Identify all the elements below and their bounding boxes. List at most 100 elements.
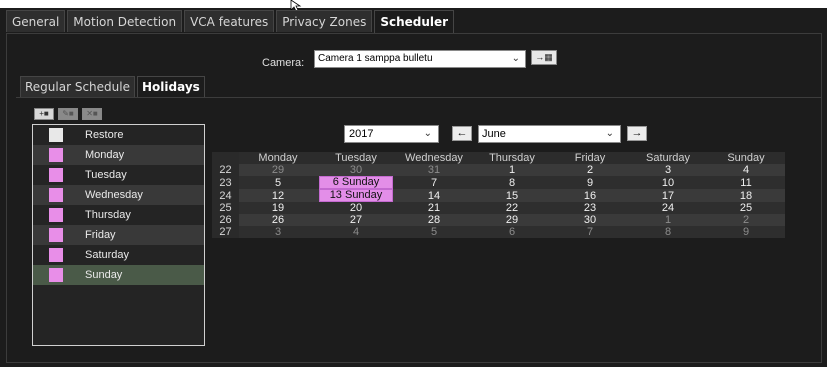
calendar-week-row: 23 5 6 Sunday 7 8 9 10 11 [212,176,785,189]
calendar-day-cell[interactable]: 24 [629,202,707,214]
weekday-header: Thursday [473,152,551,164]
month-select[interactable]: June ⌄ [478,125,621,143]
tab-scheduler[interactable]: Scheduler [374,10,455,34]
day-type-item-wednesday[interactable]: Wednesday [33,185,204,205]
calendar-day-cell[interactable]: 12 [239,189,317,202]
weekday-header: Monday [239,152,317,164]
holiday-day-cell[interactable]: 6 Sunday [317,176,395,189]
day-type-item-monday[interactable]: Monday [33,145,204,165]
day-type-item-thursday[interactable]: Thursday [33,205,204,225]
calendar-day-cell[interactable]: 2 [551,164,629,176]
day-type-label: Friday [85,229,116,241]
weekday-header: Wednesday [395,152,473,164]
week-number: 26 [212,214,239,226]
calendar-day-cell[interactable]: 1 [473,164,551,176]
calendar-day-cell[interactable]: 19 [239,202,317,214]
chevron-down-icon: ⌄ [423,128,432,139]
calendar-week-row: 25 19 20 21 22 23 24 25 [212,202,785,214]
day-type-item-saturday[interactable]: Saturday [33,245,204,265]
arrow-left-icon[interactable]: ← [452,126,472,141]
week-number: 25 [212,202,239,214]
calendar-day-cell[interactable]: 5 [239,176,317,189]
tab-holidays[interactable]: Holidays [136,76,205,97]
calendar-day-cell[interactable]: 5 [395,226,473,238]
calendar-day-cell[interactable]: 25 [707,202,785,214]
month-value: June [482,128,506,140]
color-swatch [49,148,63,162]
calendar-day-cell[interactable]: 9 [551,176,629,189]
calendar-day-cell[interactable]: 30 [317,164,395,176]
tab-motion-detection[interactable]: Motion Detection [67,10,183,32]
day-type-item-restore[interactable]: Restore [33,125,204,145]
calendar-day-cell[interactable]: 7 [551,226,629,238]
calendar-day-cell[interactable]: 1 [629,214,707,226]
edit-icon[interactable]: ✎■ [58,108,78,120]
delete-icon[interactable]: ✕■ [82,108,102,120]
weekday-header: Sunday [707,152,785,164]
color-swatch [49,268,63,282]
calendar-day-cell[interactable]: 10 [629,176,707,189]
calendar-day-cell[interactable]: 27 [317,214,395,226]
calendar-day-cell[interactable]: 23 [551,202,629,214]
calendar-day-cell[interactable]: 16 [551,189,629,202]
calendar-week-row: 24 12 13 Sunday 14 15 16 17 18 [212,189,785,202]
calendar-day-cell[interactable]: 29 [239,164,317,176]
calendar-day-cell[interactable]: 20 [317,202,395,214]
color-swatch [49,128,63,142]
year-value: 2017 [349,128,374,140]
chevron-down-icon: ⌄ [605,128,614,139]
calendar-day-cell[interactable]: 17 [629,189,707,202]
calendar-day-cell[interactable]: 21 [395,202,473,214]
day-type-label: Wednesday [85,189,143,201]
calendar-day-cell[interactable]: 8 [473,176,551,189]
calendar-day-cell[interactable]: 14 [395,189,473,202]
calendar-day-cell[interactable]: 4 [707,164,785,176]
tab-vca-features[interactable]: VCA features [184,10,275,32]
year-select[interactable]: 2017 ⌄ [344,125,439,143]
calendar-day-cell[interactable]: 15 [473,189,551,202]
tab-regular-schedule[interactable]: Regular Schedule [20,76,135,97]
calendar-day-cell[interactable]: 6 [473,226,551,238]
calendar-day-cell[interactable]: 7 [395,176,473,189]
camera-select[interactable]: Camera 1 samppa bulletu ⌄ [314,50,526,68]
day-type-item-sunday[interactable]: Sunday [33,265,204,285]
calendar-day-cell[interactable]: 3 [629,164,707,176]
calendar-day-cell[interactable]: 30 [551,214,629,226]
day-type-item-tuesday[interactable]: Tuesday [33,165,204,185]
weekday-header: Tuesday [317,152,395,164]
calendar-day-cell[interactable]: 18 [707,189,785,202]
calendar-day-cell[interactable]: 2 [707,214,785,226]
calendar-week-row: 22 29 30 31 1 2 3 4 [212,164,785,176]
calendar-day-cell[interactable]: 22 [473,202,551,214]
holiday-label: 6 Sunday [319,176,393,189]
calendar-day-cell[interactable]: 29 [473,214,551,226]
camera-go-icon[interactable]: →▦ [531,50,557,65]
month-calendar: Monday Tuesday Wednesday Thursday Friday Satu… [212,152,785,238]
calendar-week-row: 26 26 27 28 29 30 1 2 [212,214,785,226]
week-number: 24 [212,189,239,202]
schedule-tab-bar: Regular Schedule Holidays [20,76,207,98]
week-number: 23 [212,176,239,189]
calendar-day-cell[interactable]: 26 [239,214,317,226]
calendar-day-cell[interactable]: 31 [395,164,473,176]
day-type-label: Sunday [85,269,123,281]
day-type-label: Saturday [85,249,130,261]
arrow-right-icon[interactable]: → [627,126,647,141]
day-type-item-friday[interactable]: Friday [33,225,204,245]
calendar-day-cell[interactable]: 4 [317,226,395,238]
day-type-label: Monday [85,149,125,161]
calendar-day-cell[interactable]: 8 [629,226,707,238]
calendar-day-cell[interactable]: 28 [395,214,473,226]
calendar-day-cell[interactable]: 11 [707,176,785,189]
calendar-day-cell[interactable]: 3 [239,226,317,238]
holidays-panel-divider [16,97,822,98]
color-swatch [49,188,63,202]
tab-general[interactable]: General [6,10,66,32]
tab-privacy-zones[interactable]: Privacy Zones [276,10,373,32]
calendar-day-cell[interactable]: 9 [707,226,785,238]
color-swatch [49,208,63,222]
holiday-day-cell[interactable]: 13 Sunday [317,189,395,202]
weekday-header: Saturday [629,152,707,164]
chevron-down-icon: ⌄ [511,53,520,64]
add-icon[interactable]: +■ [34,108,54,120]
